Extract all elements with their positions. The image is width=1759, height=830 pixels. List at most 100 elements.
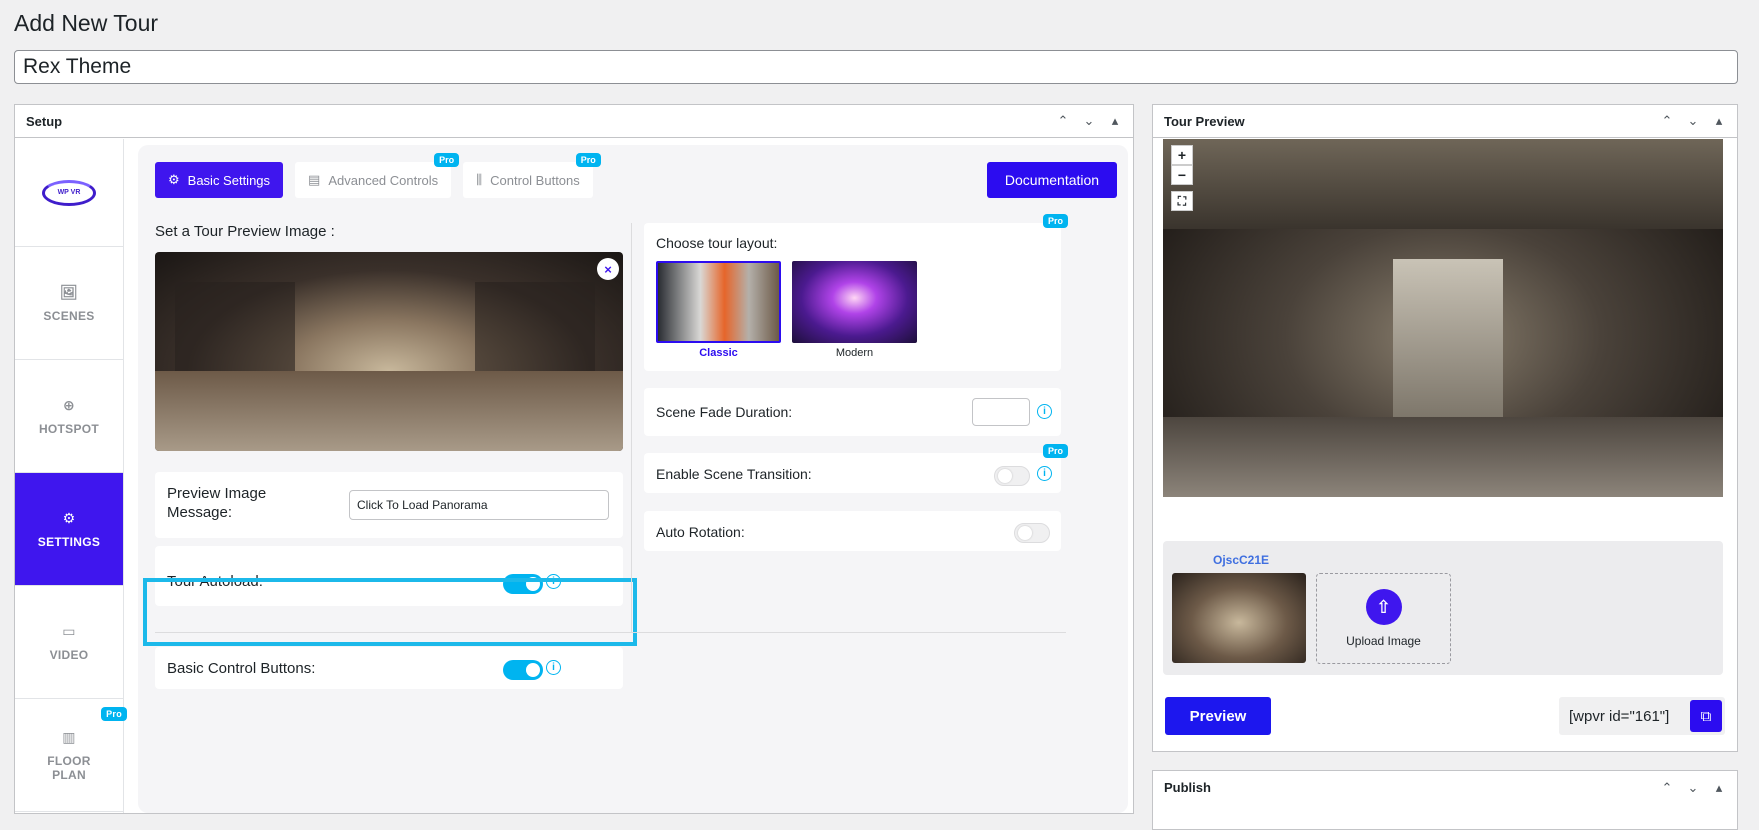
info-icon[interactable]: i bbox=[546, 660, 561, 675]
basic-control-card: Basic Control Buttons: i bbox=[155, 647, 623, 689]
tour-preview-header: Tour Preview ⌃ ⌄ ▴ bbox=[1153, 105, 1737, 138]
sidebar-tab-label: VIDEO bbox=[49, 647, 89, 662]
scene-transition-label: Enable Scene Transition: bbox=[656, 466, 812, 482]
image-icon: 🖼 bbox=[59, 283, 79, 300]
preview-image-label: Set a Tour Preview Image : bbox=[155, 223, 335, 240]
auto-rotation-card: Auto Rotation: bbox=[644, 511, 1061, 551]
basic-control-toggle[interactable] bbox=[503, 660, 543, 680]
publish-metabox: Publish ⌃ ⌄ ▴ bbox=[1152, 770, 1738, 830]
pro-badge: Pro bbox=[434, 153, 460, 167]
pro-badge: Pro bbox=[1042, 444, 1068, 458]
upload-label: Upload Image bbox=[1346, 634, 1421, 648]
scene-list-panel: OjscC21E ⇧ Upload Image bbox=[1163, 541, 1723, 675]
preview-message-input[interactable] bbox=[349, 490, 609, 520]
pro-badge: Pro bbox=[575, 153, 601, 167]
tour-layout-card: Pro Choose tour layout: Classic Modern bbox=[644, 214, 1068, 371]
crosshair-icon: ⊕ bbox=[62, 396, 76, 413]
sidebar-tab-settings[interactable]: ⚙ SETTINGS bbox=[15, 473, 123, 586]
sidebar-tab-label: FLOOR PLAN bbox=[47, 753, 91, 782]
sidebar-tab-hotspot[interactable]: ⊕ HOTSPOT bbox=[15, 360, 123, 473]
viewer-doorway bbox=[1393, 259, 1503, 419]
pano-floor bbox=[155, 371, 623, 451]
sidebar-tab-label: SETTINGS bbox=[37, 534, 101, 549]
scene-thumbnail[interactable] bbox=[1172, 573, 1306, 663]
pro-badge: Pro bbox=[1042, 214, 1068, 228]
info-icon[interactable]: i bbox=[1037, 404, 1052, 419]
tab-label: Control Buttons bbox=[490, 172, 580, 188]
scene-transition-toggle[interactable] bbox=[994, 466, 1030, 486]
move-up-icon[interactable]: ⌃ bbox=[1056, 113, 1070, 129]
tour-preview-heading: Tour Preview bbox=[1164, 113, 1245, 129]
pano-wall bbox=[175, 282, 295, 382]
shortcode-text: [wpvr id="161"] bbox=[1569, 707, 1670, 725]
move-up-icon[interactable]: ⌃ bbox=[1660, 780, 1674, 796]
collapse-toggle-icon[interactable]: ▴ bbox=[1712, 780, 1726, 796]
sidebar-tab-scenes[interactable]: 🖼 SCENES bbox=[15, 247, 123, 360]
logo-text: WP VR bbox=[42, 179, 96, 206]
info-icon[interactable]: i bbox=[1037, 466, 1052, 481]
publish-heading: Publish bbox=[1164, 780, 1211, 795]
column-divider bbox=[631, 223, 632, 633]
scene-fade-card: Scene Fade Duration: i bbox=[644, 388, 1061, 436]
settings-content: ⚙ Basic Settings ▤ Advanced Controls Pro… bbox=[138, 145, 1128, 813]
sidebar-tab-floor-plan[interactable]: Pro ▥ FLOOR PLAN bbox=[15, 699, 127, 812]
wpvr-logo: WP VR bbox=[15, 139, 123, 247]
tab-label: Basic Settings bbox=[187, 172, 271, 188]
tab-basic-settings[interactable]: ⚙ Basic Settings bbox=[155, 162, 284, 198]
documentation-button[interactable]: Documentation bbox=[987, 162, 1117, 198]
preview-message-card: Preview Image Message: bbox=[155, 472, 623, 538]
zoom-in-button[interactable]: + bbox=[1171, 145, 1193, 165]
sliders-icon: ⫼ bbox=[476, 172, 483, 187]
sidebar-tab-video[interactable]: ▭ VIDEO bbox=[15, 586, 123, 699]
tour-title-input[interactable] bbox=[14, 50, 1738, 84]
layout-classic-thumbnail[interactable] bbox=[656, 261, 781, 343]
auto-rotation-toggle[interactable] bbox=[1014, 523, 1050, 543]
fullscreen-icon[interactable]: ⛶ bbox=[1171, 191, 1193, 211]
settings-tabbar: ⚙ Basic Settings ▤ Advanced Controls Pro… bbox=[155, 153, 601, 198]
move-down-icon[interactable]: ⌄ bbox=[1082, 113, 1096, 129]
section-divider bbox=[155, 632, 1066, 633]
sidebar-tab-label: SCENES bbox=[43, 308, 95, 323]
basic-control-label: Basic Control Buttons: bbox=[167, 660, 316, 677]
move-down-icon[interactable]: ⌄ bbox=[1686, 113, 1700, 129]
scene-fade-input[interactable] bbox=[972, 398, 1030, 426]
video-icon: ▭ bbox=[62, 622, 76, 639]
scene-fade-label: Scene Fade Duration: bbox=[656, 404, 793, 420]
gear-icon: ⚙ bbox=[62, 509, 76, 526]
page-title: Add New Tour bbox=[14, 10, 159, 36]
zoom-out-button[interactable]: − bbox=[1171, 165, 1193, 185]
move-up-icon[interactable]: ⌃ bbox=[1660, 113, 1674, 129]
shortcode-box: [wpvr id="161"] ⧉ bbox=[1559, 697, 1725, 735]
upload-image-button[interactable]: ⇧ Upload Image bbox=[1316, 573, 1451, 664]
layout-classic-label: Classic bbox=[699, 347, 738, 359]
highlight-box bbox=[143, 578, 637, 646]
collapse-toggle-icon[interactable]: ▴ bbox=[1712, 113, 1726, 129]
auto-rotation-label: Auto Rotation: bbox=[656, 524, 745, 540]
map-icon: ▥ bbox=[62, 728, 76, 745]
viewer-ceiling bbox=[1163, 139, 1723, 229]
panel-icon: ▤ bbox=[308, 172, 321, 187]
setup-header: Setup ⌃ ⌄ ▴ bbox=[15, 105, 1133, 138]
setup-metabox: Setup ⌃ ⌄ ▴ WP VR 🖼 SCENES ⊕ HOTSPOT ⚙ S… bbox=[14, 104, 1134, 814]
viewer-floor bbox=[1163, 417, 1723, 497]
preview-panorama-image: × bbox=[155, 252, 623, 451]
preview-message-label: Preview Image Message: bbox=[167, 485, 267, 521]
publish-header: Publish ⌃ ⌄ ▴ bbox=[1153, 771, 1737, 804]
choose-layout-label: Choose tour layout: bbox=[656, 235, 778, 251]
layout-modern-thumbnail[interactable] bbox=[792, 261, 917, 343]
scene-id-label: OjscC21E bbox=[1213, 553, 1270, 567]
panorama-viewer[interactable]: + − ⛶ bbox=[1163, 139, 1723, 497]
move-down-icon[interactable]: ⌄ bbox=[1686, 780, 1700, 796]
layout-modern-label: Modern bbox=[835, 347, 874, 359]
remove-image-icon[interactable]: × bbox=[597, 258, 619, 280]
setup-sidebar: WP VR 🖼 SCENES ⊕ HOTSPOT ⚙ SETTINGS ▭ VI… bbox=[15, 139, 127, 813]
setup-heading: Setup bbox=[26, 113, 63, 129]
tab-control-buttons[interactable]: ⫼ Control Buttons Pro bbox=[463, 153, 601, 198]
tab-advanced-controls[interactable]: ▤ Advanced Controls Pro bbox=[295, 153, 460, 198]
collapse-toggle-icon[interactable]: ▴ bbox=[1108, 113, 1122, 129]
preview-button[interactable]: Preview bbox=[1165, 697, 1271, 735]
tour-preview-metabox: Tour Preview ⌃ ⌄ ▴ + − ⛶ OjscC21E ⇧ Uplo… bbox=[1152, 104, 1738, 752]
pano-wall bbox=[475, 282, 595, 382]
scene-transition-card: Pro Enable Scene Transition: i bbox=[644, 444, 1068, 493]
copy-icon[interactable]: ⧉ bbox=[1690, 700, 1722, 732]
